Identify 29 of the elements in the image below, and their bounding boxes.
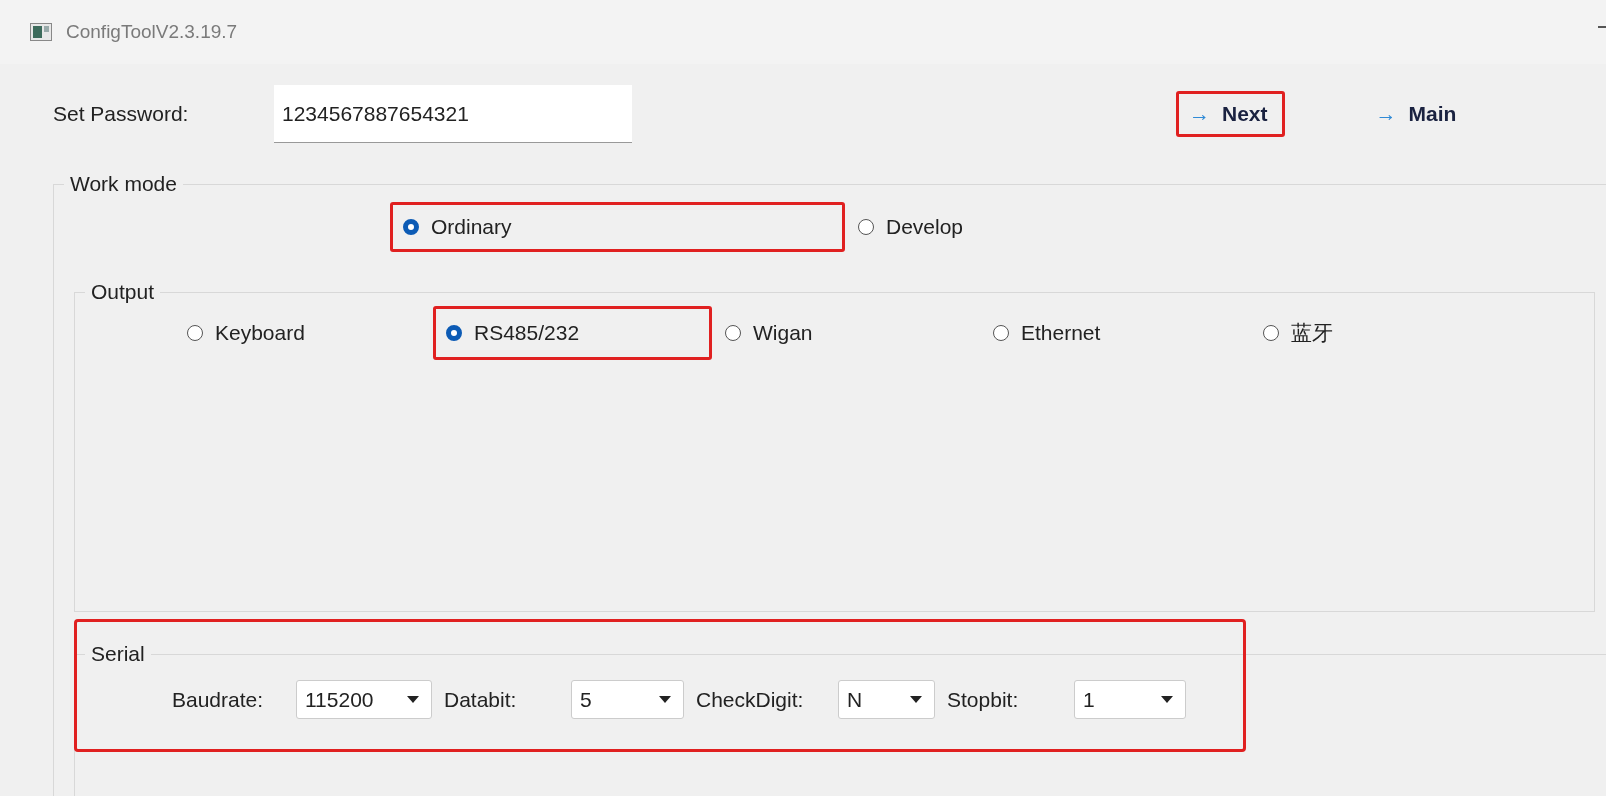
dropdown[interactable]: 5 — [571, 680, 684, 719]
password-field[interactable]: 1234567887654321 — [274, 85, 632, 143]
radio-option[interactable]: Keyboard — [174, 306, 433, 360]
radio-option[interactable]: RS485/232 — [433, 306, 712, 360]
field-label: Baudrate: — [172, 687, 265, 712]
password-label: Set Password: — [53, 102, 190, 126]
dropdown[interactable]: 1 — [1074, 680, 1186, 719]
radio-option[interactable]: 蓝牙 — [1250, 306, 1450, 360]
app-icon — [30, 23, 52, 41]
field-label: CheckDigit: — [696, 687, 805, 712]
group-label: Serial — [90, 642, 146, 666]
radio-option[interactable]: Develop — [845, 202, 1045, 252]
caret-icon — [910, 696, 922, 703]
window-title: ConfigToolV2.3.19.7 — [66, 21, 238, 43]
nav-button[interactable]: → Main — [1362, 91, 1474, 137]
group-label: Work mode — [69, 172, 178, 196]
nav-button[interactable]: → Next — [1176, 91, 1285, 137]
minimize-icon[interactable] — [1598, 26, 1606, 28]
dropdown[interactable]: N — [838, 680, 935, 719]
radio-option[interactable]: Ethernet — [980, 306, 1250, 360]
caret-icon — [1161, 696, 1173, 703]
caret-icon — [659, 696, 671, 703]
group-label: Output — [90, 280, 156, 304]
radio-option[interactable]: Wigan — [712, 306, 980, 360]
dropdown[interactable]: 115200 — [296, 680, 432, 719]
caret-icon — [407, 696, 419, 703]
field-label: Stopbit: — [947, 687, 1020, 712]
field-label: Databit: — [444, 687, 518, 712]
radio-option[interactable]: Ordinary — [390, 202, 845, 252]
